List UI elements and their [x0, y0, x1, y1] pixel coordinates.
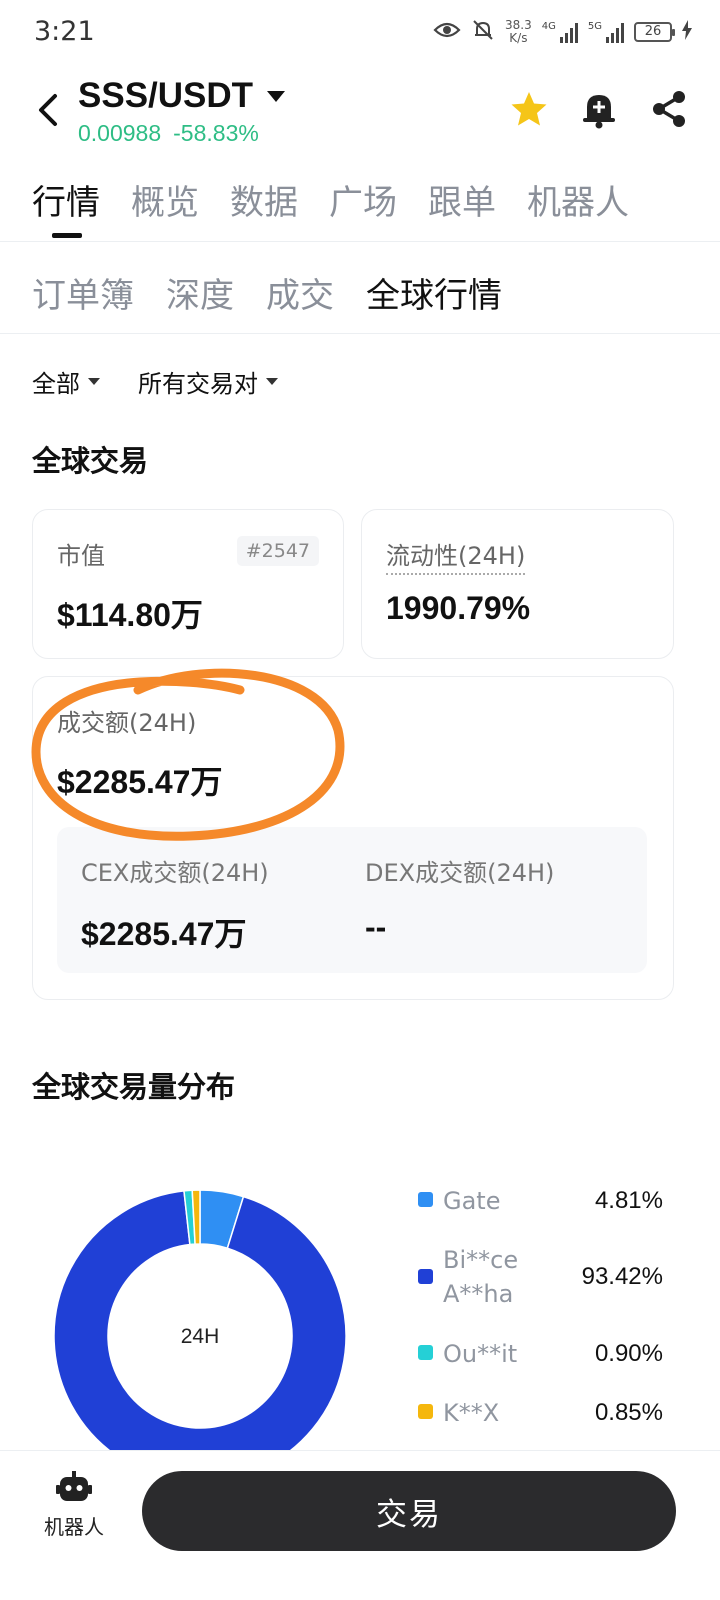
tab-market[interactable]: 行情: [32, 175, 100, 238]
tab-global-market[interactable]: 全球行情: [366, 268, 502, 317]
battery-icon: 26: [634, 21, 675, 42]
price-change: -58.83%: [173, 120, 259, 146]
volume-card: 成交额(24H) $2285.47万 CEX成交额(24H) $2285.47万…: [32, 676, 674, 1000]
price-line: 0.00988 -58.83%: [78, 120, 259, 147]
liquidity-label[interactable]: 流动性(24H): [386, 536, 526, 575]
legend-name: Bi**ce A**ha: [443, 1243, 561, 1311]
star-icon: [511, 92, 547, 126]
status-time: 3:21: [34, 16, 95, 47]
tab-copy-trade[interactable]: 跟单: [428, 175, 496, 235]
legend-item: K**X 0.85%: [418, 1396, 663, 1430]
volume-breakdown: CEX成交额(24H) $2285.47万 DEX成交额(24H) --: [57, 827, 647, 973]
net-speed-unit: K/s: [509, 30, 528, 45]
volume-donut-chart: 24H: [53, 1189, 347, 1483]
donut-center-label: 24H: [181, 1325, 220, 1348]
tab-trades[interactable]: 成交: [266, 268, 334, 317]
sub-tabs: 订单簿 深度 成交 全球行情: [32, 268, 502, 317]
market-cap-value: $114.80万: [57, 597, 203, 633]
cex-volume-label: CEX成交额(24H): [81, 859, 269, 887]
volume-label: 成交额(24H): [57, 709, 197, 737]
legend-name-line: Bi**ce: [443, 1246, 519, 1274]
bot-button-label: 机器人: [44, 1515, 104, 1539]
tab-square[interactable]: 广场: [329, 175, 397, 235]
pairs-dropdown-label: 所有交易对: [138, 370, 258, 398]
back-arrow-icon: [39, 94, 57, 126]
last-price: 0.00988: [78, 120, 162, 146]
tab-order-book[interactable]: 订单簿: [32, 268, 134, 317]
legend-item: Bi**ce A**ha 93.42%: [418, 1243, 663, 1311]
divider: [0, 241, 720, 242]
liquidity-card: 流动性(24H) 1990.79%: [361, 509, 674, 659]
eye-icon: [433, 20, 461, 43]
signal-5g-label: 5G: [587, 20, 602, 32]
trade-button[interactable]: 交易: [142, 1471, 676, 1551]
favorite-button[interactable]: [508, 88, 550, 130]
chevron-down-icon: [88, 378, 100, 385]
net-speed-value: 38.3: [505, 17, 532, 32]
legend-name: Gate: [443, 1184, 561, 1218]
header: SSS/USDT 0.00988 -58.83%: [0, 70, 720, 160]
tab-depth[interactable]: 深度: [166, 268, 234, 317]
distribution-title: 全球交易量分布: [32, 1070, 236, 1104]
global-trade-title: 全球交易: [32, 444, 149, 478]
legend-item: Ou**it 0.90%: [418, 1337, 663, 1371]
cex-volume-value: $2285.47万: [81, 916, 247, 952]
signal-5g-icon: 5G: [588, 21, 624, 43]
chevron-down-icon: [266, 378, 278, 385]
legend-percent: 0.85%: [594, 1399, 663, 1426]
filters: 全部 所有交易对: [32, 364, 278, 399]
bot-button[interactable]: 机器人: [28, 1471, 120, 1551]
price-alert-button[interactable]: [578, 88, 620, 130]
robot-icon: [56, 1471, 92, 1501]
legend-item: Gate 4.81%: [418, 1184, 663, 1218]
signal-4g-icon: 4G: [542, 21, 578, 43]
scope-dropdown[interactable]: 全部: [32, 364, 100, 399]
pair-name: SSS/USDT: [78, 76, 254, 115]
tab-bot[interactable]: 机器人: [527, 175, 629, 235]
market-cap-card: 市值 #2547 $114.80万: [32, 509, 344, 659]
charging-icon: [682, 20, 692, 43]
tab-data[interactable]: 数据: [230, 175, 298, 235]
liquidity-value: 1990.79%: [386, 590, 531, 626]
legend-name: K**X: [443, 1396, 561, 1430]
header-actions: [508, 88, 690, 130]
bell-plus-icon: [583, 95, 615, 129]
legend-swatch: [418, 1192, 433, 1207]
signal-4g-label: 4G: [541, 20, 556, 32]
legend-percent: 4.81%: [594, 1187, 663, 1214]
legend-swatch: [418, 1404, 433, 1419]
back-button[interactable]: [30, 90, 64, 130]
legend-name-line: K**X: [443, 1399, 500, 1427]
legend-name-line: Ou**it: [443, 1340, 518, 1368]
status-icons: 38.3 K/s 4G 5G 26: [433, 18, 692, 45]
legend-swatch: [418, 1345, 433, 1360]
share-icon: [653, 91, 685, 127]
bottom-bar: 机器人 交易: [0, 1450, 720, 1600]
tab-overview[interactable]: 概览: [131, 175, 199, 235]
bell-muted-icon: [471, 18, 495, 45]
volume-value: $2285.47万: [57, 764, 223, 800]
legend-name: Ou**it: [443, 1337, 561, 1371]
divider: [0, 333, 720, 334]
legend-name-line: A**ha: [443, 1280, 514, 1308]
legend-name-line: Gate: [443, 1187, 501, 1215]
share-button[interactable]: [648, 88, 690, 130]
status-bar: 3:21 38.3 K/s 4G 5G 26: [0, 0, 720, 70]
legend-percent: 93.42%: [581, 1263, 663, 1290]
legend-percent: 0.90%: [594, 1340, 663, 1367]
dex-volume-label: DEX成交额(24H): [365, 859, 555, 887]
scope-dropdown-label: 全部: [32, 370, 80, 398]
market-cap-label: 市值: [57, 542, 105, 570]
main-tabs: 行情 概览 数据 广场 跟单 机器人: [32, 175, 629, 238]
rank-badge: #2547: [236, 536, 319, 566]
net-speed: 38.3 K/s: [505, 17, 532, 45]
pairs-dropdown[interactable]: 所有交易对: [138, 364, 278, 399]
pair-selector[interactable]: SSS/USDT: [78, 76, 286, 116]
chevron-down-icon: [267, 90, 286, 102]
legend-swatch: [418, 1269, 433, 1284]
dex-volume-value: --: [365, 909, 387, 945]
